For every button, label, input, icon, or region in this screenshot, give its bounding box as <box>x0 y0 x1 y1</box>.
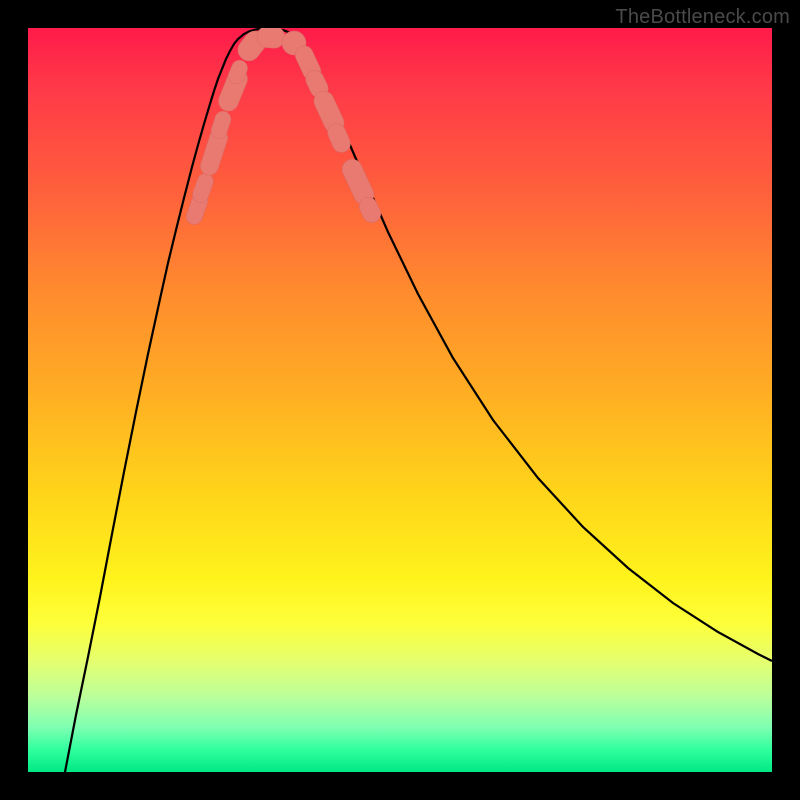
plot-frame <box>28 28 772 772</box>
marker-layer <box>28 28 772 772</box>
watermark-label: TheBottleneck.com <box>615 6 790 29</box>
datapoint-markers <box>184 28 384 227</box>
